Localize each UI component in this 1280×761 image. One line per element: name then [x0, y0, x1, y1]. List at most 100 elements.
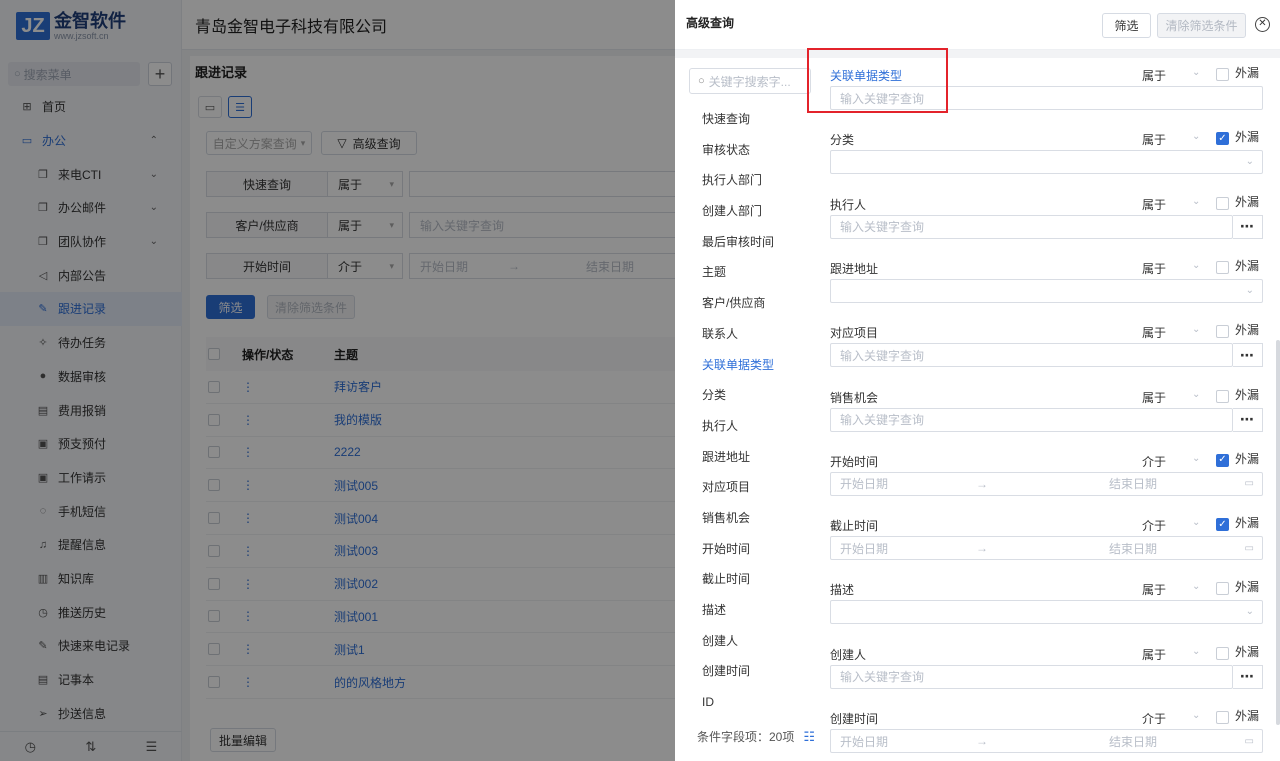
exclude-label: 外漏	[1235, 194, 1260, 209]
field-list-item[interactable]: 创建时间	[702, 656, 774, 687]
condition-lookup-input[interactable]: 输入关键字查询	[830, 664, 1233, 689]
field-list-item[interactable]: 客户/供应商	[702, 288, 774, 319]
exclude-option[interactable]: 外漏	[1216, 707, 1259, 724]
field-list-item[interactable]: 分类	[702, 380, 774, 411]
exclude-option[interactable]: ✓ 外漏	[1216, 128, 1259, 146]
calendar-icon: ▭	[1244, 478, 1254, 490]
field-list-item[interactable]: 关联单据类型	[702, 350, 774, 381]
field-list-item[interactable]: 创建人	[702, 626, 774, 657]
field-list-item[interactable]: 主题	[702, 257, 774, 288]
exclude-option[interactable]: 外漏	[1216, 643, 1259, 660]
condition-operator-select[interactable]: 属于 ⌄	[1142, 646, 1202, 663]
field-list-item[interactable]: 执行人	[702, 411, 774, 442]
chevron-down-icon: ⌄	[1192, 581, 1201, 593]
date-end-placeholder: 结束日期	[1109, 734, 1158, 749]
field-list-item[interactable]: 联系人	[702, 319, 774, 350]
condition-operator-select[interactable]: 属于 ⌄	[1142, 260, 1202, 277]
exclude-option[interactable]: ✓ 外漏	[1216, 514, 1259, 532]
drawer-divider	[675, 50, 1280, 58]
exclude-checkbox[interactable]	[1216, 582, 1229, 596]
condition-operator-select[interactable]: 属于 ⌄	[1142, 131, 1202, 148]
exclude-checkbox[interactable]: ✓	[1216, 453, 1229, 467]
date-end-placeholder: 结束日期	[1109, 541, 1158, 556]
more-options-button[interactable]: ⋯	[1233, 664, 1263, 689]
condition-operator-select[interactable]: 属于 ⌄	[1142, 67, 1202, 84]
more-options-button[interactable]: ⋯	[1233, 214, 1263, 239]
condition-select[interactable]: ⌄	[830, 278, 1263, 303]
condition-operator-value: 属于	[1142, 583, 1167, 598]
condition-operator-select[interactable]: 介于 ⌄	[1142, 517, 1202, 534]
field-list-item[interactable]: ID	[702, 687, 774, 718]
input-placeholder: 输入关键字查询	[840, 413, 925, 427]
chevron-down-icon: ⌄	[1192, 195, 1201, 207]
exclude-option[interactable]: 外漏	[1216, 193, 1259, 210]
exclude-option[interactable]: 外漏	[1216, 64, 1259, 81]
exclude-checkbox[interactable]: ✓	[1216, 132, 1229, 146]
arrow-right-icon: →	[976, 734, 988, 748]
condition-operator-value: 介于	[1142, 712, 1167, 726]
field-list-item[interactable]: 创建人部门	[702, 196, 774, 227]
condition-lookup-input[interactable]: 输入关键字查询	[830, 214, 1233, 239]
condition-lookup-input[interactable]: 输入关键字查询	[830, 407, 1233, 432]
exclude-option[interactable]: 外漏	[1216, 386, 1259, 403]
more-options-button[interactable]: ⋯	[1233, 407, 1263, 432]
settings-sliders-icon[interactable]: ☷	[803, 729, 815, 745]
field-list-item[interactable]: 执行人部门	[702, 165, 774, 196]
condition-operator-select[interactable]: 属于 ⌄	[1142, 581, 1202, 598]
condition-select[interactable]: ⌄	[830, 600, 1263, 625]
drawer-filter-button[interactable]: 筛选	[1102, 13, 1151, 38]
condition-date-range[interactable]: 开始日期 → 结束日期 ▭	[830, 536, 1263, 561]
condition-select[interactable]: ⌄	[830, 150, 1263, 175]
condition-label: 分类	[830, 133, 855, 148]
chevron-down-icon: ⌄	[1192, 517, 1201, 529]
exclude-checkbox[interactable]	[1216, 389, 1229, 403]
condition-operator-value: 介于	[1142, 454, 1167, 469]
advanced-query-drawer: 高级查询 筛选 清除筛选条件 ✕ ○ 关键字搜索字... 快速查询 审核状态 执行人…	[675, 0, 1280, 761]
chevron-down-icon: ⌄	[1192, 645, 1201, 657]
scrollbar[interactable]	[1276, 340, 1280, 725]
field-list-item[interactable]: 开始时间	[702, 534, 774, 565]
field-list-item[interactable]: 快速查询	[702, 104, 774, 135]
exclude-checkbox[interactable]	[1216, 196, 1229, 210]
condition-label: 跟进地址	[830, 261, 879, 276]
field-list-item[interactable]: 描述	[702, 595, 774, 626]
field-list-item[interactable]: 销售机会	[702, 503, 774, 534]
field-search-input[interactable]: ○ 关键字搜索字...	[689, 68, 811, 94]
exclude-option[interactable]: 外漏	[1216, 257, 1259, 274]
exclude-label: 外漏	[1235, 66, 1260, 80]
exclude-option[interactable]: ✓ 外漏	[1216, 450, 1259, 467]
exclude-option[interactable]: 外漏	[1216, 321, 1259, 339]
condition-date-range[interactable]: 开始日期 → 结束日期 ▭	[830, 729, 1263, 753]
field-list-item[interactable]: 对应项目	[702, 472, 774, 503]
exclude-checkbox[interactable]	[1216, 68, 1229, 81]
more-options-button[interactable]: ⋯	[1233, 343, 1263, 368]
chevron-down-icon: ⌄	[1192, 452, 1201, 464]
exclude-checkbox[interactable]	[1216, 260, 1229, 274]
exclude-checkbox[interactable]: ✓	[1216, 518, 1229, 532]
condition-label: 销售机会	[830, 390, 879, 405]
field-list-item[interactable]: 跟进地址	[702, 442, 774, 473]
arrow-right-icon: →	[976, 476, 988, 491]
drawer-clear-button[interactable]: 清除筛选条件	[1157, 13, 1246, 38]
exclude-checkbox[interactable]	[1216, 711, 1229, 724]
field-list-item[interactable]: 最后审核时间	[702, 227, 774, 258]
condition-label: 开始时间	[830, 454, 879, 469]
field-list-item[interactable]: 截止时间	[702, 564, 774, 595]
condition-operator-value: 属于	[1142, 647, 1167, 662]
condition-operator-select[interactable]: 介于 ⌄	[1142, 710, 1202, 727]
field-list-item[interactable]: 审核状态	[702, 135, 774, 166]
condition-lookup-input[interactable]: 输入关键字查询	[830, 343, 1233, 368]
exclude-option[interactable]: 外漏	[1216, 578, 1259, 596]
condition-operator-select[interactable]: 属于 ⌄	[1142, 324, 1202, 341]
condition-operator-value: 属于	[1142, 197, 1167, 212]
close-icon[interactable]: ✕	[1255, 17, 1270, 32]
condition-operator-select[interactable]: 介于 ⌄	[1142, 453, 1202, 470]
condition-operator-select[interactable]: 属于 ⌄	[1142, 389, 1202, 406]
exclude-checkbox[interactable]	[1216, 325, 1229, 339]
condition-row: 执行人 属于 ⌄ 外漏 输入关键字查询 ⋯	[830, 190, 1263, 254]
exclude-checkbox[interactable]	[1216, 646, 1229, 660]
exclude-label: 外漏	[1235, 709, 1260, 723]
modal-overlay[interactable]	[0, 0, 675, 761]
condition-operator-select[interactable]: 属于 ⌄	[1142, 196, 1202, 213]
condition-date-range[interactable]: 开始日期 → 结束日期 ▭	[830, 471, 1263, 496]
